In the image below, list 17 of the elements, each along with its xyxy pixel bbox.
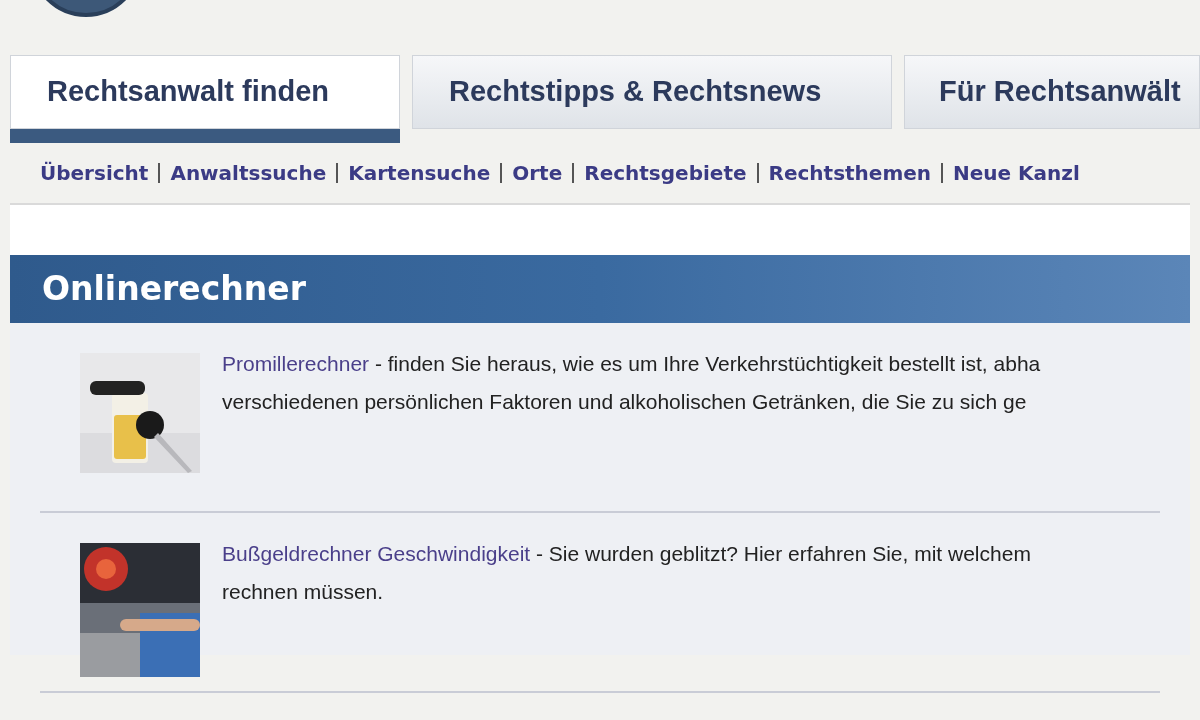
- subnav-link[interactable]: Rechtsgebiete: [584, 158, 747, 188]
- calculator-link[interactable]: Bußgeldrechner Geschwindigkeit: [222, 542, 531, 565]
- subnav-link[interactable]: Rechtsthemen: [768, 158, 932, 188]
- description-text: - Sie wurden geblitzt? Hier erfahren Sie, mit welchem: [535, 542, 1031, 565]
- calculator-link[interactable]: Promillerechner: [222, 352, 370, 375]
- subnav-link[interactable]: Neue Kanzl: [953, 158, 1080, 188]
- description-text: - finden Sie heraus, wie es um Ihre Verkehrstüchtigkeit bestellt ist, abha: [373, 352, 1041, 375]
- subnav-link[interactable]: Anwaltssuche: [170, 158, 327, 188]
- section-title: Onlinerechner: [42, 268, 306, 311]
- subnav-link[interactable]: Kartensuche: [348, 158, 491, 188]
- description-text: rechnen müssen.: [222, 579, 385, 605]
- nav-tab[interactable]: Rechtstipps & Rechtsnews: [412, 55, 892, 129]
- description-text: verschiedenen persönlichen Faktoren und alkoholischen Getränken, die Sie zu sich ge: [222, 389, 1028, 415]
- nav-tab[interactable]: Rechtsanwalt finden: [10, 55, 400, 129]
- subnav-link[interactable]: Orte: [512, 158, 563, 188]
- subnav-link[interactable]: Übersicht: [40, 158, 149, 188]
- nav-tab[interactable]: Für Rechtsanwält: [904, 55, 1200, 129]
